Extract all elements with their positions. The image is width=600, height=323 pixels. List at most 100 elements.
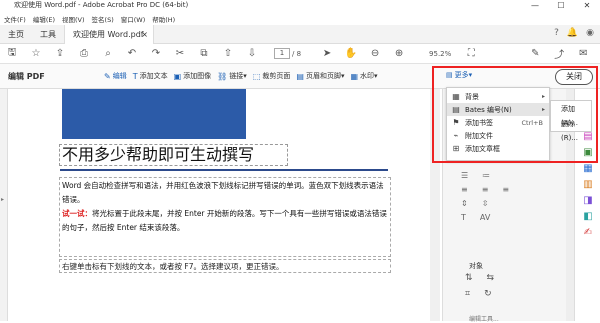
page-up-icon[interactable]: ⇧: [216, 48, 240, 59]
upload-icon[interactable]: ⇪: [48, 48, 72, 59]
menu-label: Bates 编号(N): [465, 105, 512, 114]
star-icon[interactable]: ☆: [24, 48, 48, 59]
spacing-row: ⇕ ⇳: [461, 199, 509, 208]
crop-label: 裁剪页面: [262, 72, 291, 80]
maximize-button[interactable]: ☐: [548, 0, 574, 12]
main-toolbar: 🖫 ☆ ⇪ ⎙ ⌕ ↶ ↷ ✂ ⧉ ⇧ ⇩ 1 / 8 ➤ ✋ ⊖ ⊕ 95.2…: [0, 44, 600, 64]
align-left-icon[interactable]: ≡: [461, 185, 468, 194]
align-right-icon[interactable]: ≡: [502, 185, 509, 194]
left-nav-strip[interactable]: [0, 89, 8, 321]
watermark-icon: ▦: [350, 71, 359, 81]
image-icon: ▣: [173, 71, 182, 81]
comment-rail-icon[interactable]: ▦: [575, 161, 600, 177]
header-footer-tool[interactable]: ▤ 页眉和页脚▾: [296, 69, 344, 83]
document-page: 不用多少帮助即可生动撰写 Word 会自动检查拼写和语法，并用红色波浪下划线标记…: [56, 89, 392, 321]
minimize-button[interactable]: —: [522, 0, 548, 12]
line-spacing-icon[interactable]: ⇕: [461, 199, 468, 208]
crop-icon: ⬚: [252, 71, 261, 81]
protect-icon[interactable]: ◧: [575, 209, 600, 225]
tab-home[interactable]: 主页: [0, 25, 32, 44]
tip-text: 将光标置于此段末尾，并按 Enter 开始新的段落。写下一个具有一些拼写错误或语…: [62, 209, 387, 232]
bell-icon[interactable]: 🔔: [567, 28, 578, 38]
document-scrollbar[interactable]: [430, 89, 440, 321]
align-center-icon[interactable]: ≡: [482, 185, 489, 194]
close-edit-button[interactable]: 关闭: [555, 69, 593, 85]
search-icon[interactable]: ⌕: [96, 48, 120, 59]
undo-icon[interactable]: ↶: [120, 48, 144, 59]
print-icon[interactable]: ⎙: [72, 48, 96, 59]
combine-icon[interactable]: ▥: [575, 177, 600, 193]
close-window-button[interactable]: ✕: [574, 0, 600, 12]
submenu-add[interactable]: 添加(A)...: [551, 102, 591, 127]
more-button[interactable]: ▤ 更多▾: [446, 70, 472, 80]
tab-document[interactable]: 欢迎使用 Word.pdf ×: [64, 24, 154, 44]
text-scale-icon[interactable]: T: [461, 213, 466, 222]
menu-item-add-article[interactable]: ⊞ 添加文章框: [447, 142, 549, 155]
comment-icon[interactable]: ✎: [523, 48, 547, 59]
crop-object-icon[interactable]: ⌗: [465, 289, 470, 299]
submenu-arrow-icon: ▸: [541, 106, 545, 113]
edit-tool-label: 编辑: [112, 72, 127, 80]
zoom-level[interactable]: 95.2%: [429, 50, 451, 58]
help-icon[interactable]: ?: [554, 28, 559, 38]
para-spacing-icon[interactable]: ⇳: [482, 199, 489, 208]
share-icon[interactable]: ⤴: [547, 46, 571, 61]
menu-edit[interactable]: 编辑(E): [33, 14, 55, 24]
menu-item-background[interactable]: ▦ 背景 ▸: [447, 90, 549, 103]
menu-item-attach-file[interactable]: ⌁ 附加文件: [447, 129, 549, 142]
object-row-1: ⇅ ⇆: [465, 273, 494, 283]
attach-icon: ⌁: [453, 131, 459, 140]
menu-item-add-bookmark[interactable]: ⚑ 添加书签 Ctrl+B: [447, 116, 549, 129]
crop-tool[interactable]: ⬚ 裁剪页面: [253, 69, 291, 83]
article-icon: ⊞: [452, 144, 460, 153]
rotate-icon[interactable]: ↻: [484, 289, 492, 299]
edit-picture-link[interactable]: 编辑工具...: [469, 314, 499, 323]
menu-item-bates-numbering[interactable]: ▤ Bates 编号(N) ▸: [447, 103, 549, 116]
save-icon[interactable]: 🖫: [0, 45, 24, 62]
mail-icon[interactable]: ✉: [571, 48, 595, 59]
hand-tool-icon[interactable]: ✋: [339, 48, 363, 59]
document-headline[interactable]: 不用多少帮助即可生动撰写: [59, 144, 288, 166]
blue-banner-image[interactable]: [62, 89, 246, 139]
add-text-tool[interactable]: T 添加文本: [133, 69, 168, 83]
add-image-tool[interactable]: ▣ 添加图像: [174, 69, 212, 83]
tab-tools[interactable]: 工具: [32, 25, 64, 44]
paragraph-2: 试一试：将光标置于此段末尾，并按 Enter 开始新的段落。写下一个具有一些拼写…: [62, 207, 388, 235]
organize-icon[interactable]: ◨: [575, 193, 600, 209]
cut-icon[interactable]: ✂: [168, 48, 192, 59]
bates-icon: ▤: [452, 105, 460, 114]
edit-tool[interactable]: ✎ 编辑: [104, 69, 127, 83]
menu-file[interactable]: 文件(F): [4, 14, 26, 24]
link-tool[interactable]: ⛓ 链接▾: [217, 69, 247, 83]
bullet-list-icon[interactable]: ☰: [461, 171, 468, 180]
redo-icon[interactable]: ↷: [144, 48, 168, 59]
list-style-row: ☰ ≔: [461, 171, 509, 180]
window-title: 欢迎使用 Word.pdf - Adobe Acrobat Pro DC (64…: [14, 1, 189, 9]
body-text-box[interactable]: Word 会自动检查拼写和语法，并用红色波浪下划线标记拼写错误的单词。蓝色双下划…: [59, 177, 391, 257]
watermark-tool[interactable]: ▦ 水印▾: [350, 69, 377, 83]
close-tab-icon[interactable]: ×: [141, 25, 148, 44]
page-input[interactable]: 1: [274, 48, 290, 59]
expand-left-icon[interactable]: ▸: [1, 196, 4, 203]
submenu-remove[interactable]: 删除(R)...: [551, 117, 591, 142]
sign-icon[interactable]: ✍: [575, 225, 600, 241]
flip-horizontal-icon[interactable]: ⇆: [487, 273, 495, 283]
char-spacing-icon[interactable]: AV: [480, 213, 490, 222]
menu-sign[interactable]: 签名(S): [92, 14, 114, 24]
zoom-in-icon[interactable]: ⊕: [387, 48, 411, 59]
tip-label: 试一试：: [62, 209, 92, 218]
zoom-out-icon[interactable]: ⊖: [363, 48, 387, 59]
menu-help[interactable]: 帮助(H): [152, 14, 175, 24]
menu-window[interactable]: 窗口(W): [121, 14, 146, 24]
menu-view[interactable]: 视图(V): [62, 14, 85, 24]
copy-icon[interactable]: ⧉: [192, 48, 216, 59]
add-text-label: 添加文本: [139, 72, 168, 80]
paragraph-3[interactable]: 右键单击标有下划线的文本，或者按 F7。选择建议项，更正错误。: [59, 259, 391, 273]
select-cursor-icon[interactable]: ➤: [315, 48, 339, 59]
fit-page-icon[interactable]: ⛶: [459, 48, 483, 59]
page-down-icon[interactable]: ⇩: [240, 48, 264, 59]
flip-vertical-icon[interactable]: ⇅: [465, 273, 473, 283]
avatar[interactable]: ◉: [586, 28, 594, 38]
create-pdf-icon[interactable]: ▣: [575, 145, 600, 161]
numbered-list-icon[interactable]: ≔: [482, 171, 490, 180]
